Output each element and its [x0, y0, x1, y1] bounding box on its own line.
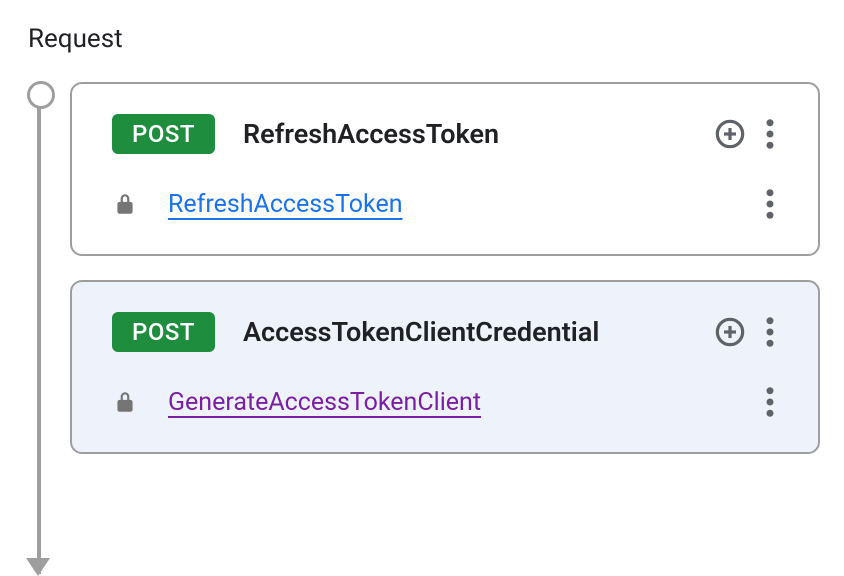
lock-icon [112, 191, 138, 217]
flow-timeline [37, 88, 41, 574]
plus-circle-icon [714, 316, 746, 348]
lock-icon [112, 389, 138, 415]
step-policy-link[interactable]: RefreshAccessToken [168, 190, 750, 219]
kebab-icon [766, 387, 774, 417]
flow-end-arrow [26, 558, 50, 576]
step-name: AccessTokenClientCredential [243, 316, 710, 348]
flow-start-node [27, 81, 55, 109]
kebab-icon [766, 119, 774, 149]
http-method-badge: POST [112, 114, 215, 154]
kebab-icon [766, 317, 774, 347]
http-method-badge: POST [112, 312, 215, 352]
more-menu-button[interactable] [750, 114, 790, 154]
policy-more-menu-button[interactable] [750, 184, 790, 224]
more-menu-button[interactable] [750, 312, 790, 352]
kebab-icon [766, 189, 774, 219]
page-title: Request [28, 24, 820, 54]
flow-step-card[interactable]: POST RefreshAccessToken RefreshAccessTok… [70, 82, 820, 256]
add-button[interactable] [710, 312, 750, 352]
flow-step-card[interactable]: POST AccessTokenClientCredential Generat… [70, 280, 820, 454]
step-policy-link[interactable]: GenerateAccessTokenClient [168, 388, 750, 417]
add-button[interactable] [710, 114, 750, 154]
step-name: RefreshAccessToken [243, 118, 710, 150]
plus-circle-icon [714, 118, 746, 150]
policy-more-menu-button[interactable] [750, 382, 790, 422]
